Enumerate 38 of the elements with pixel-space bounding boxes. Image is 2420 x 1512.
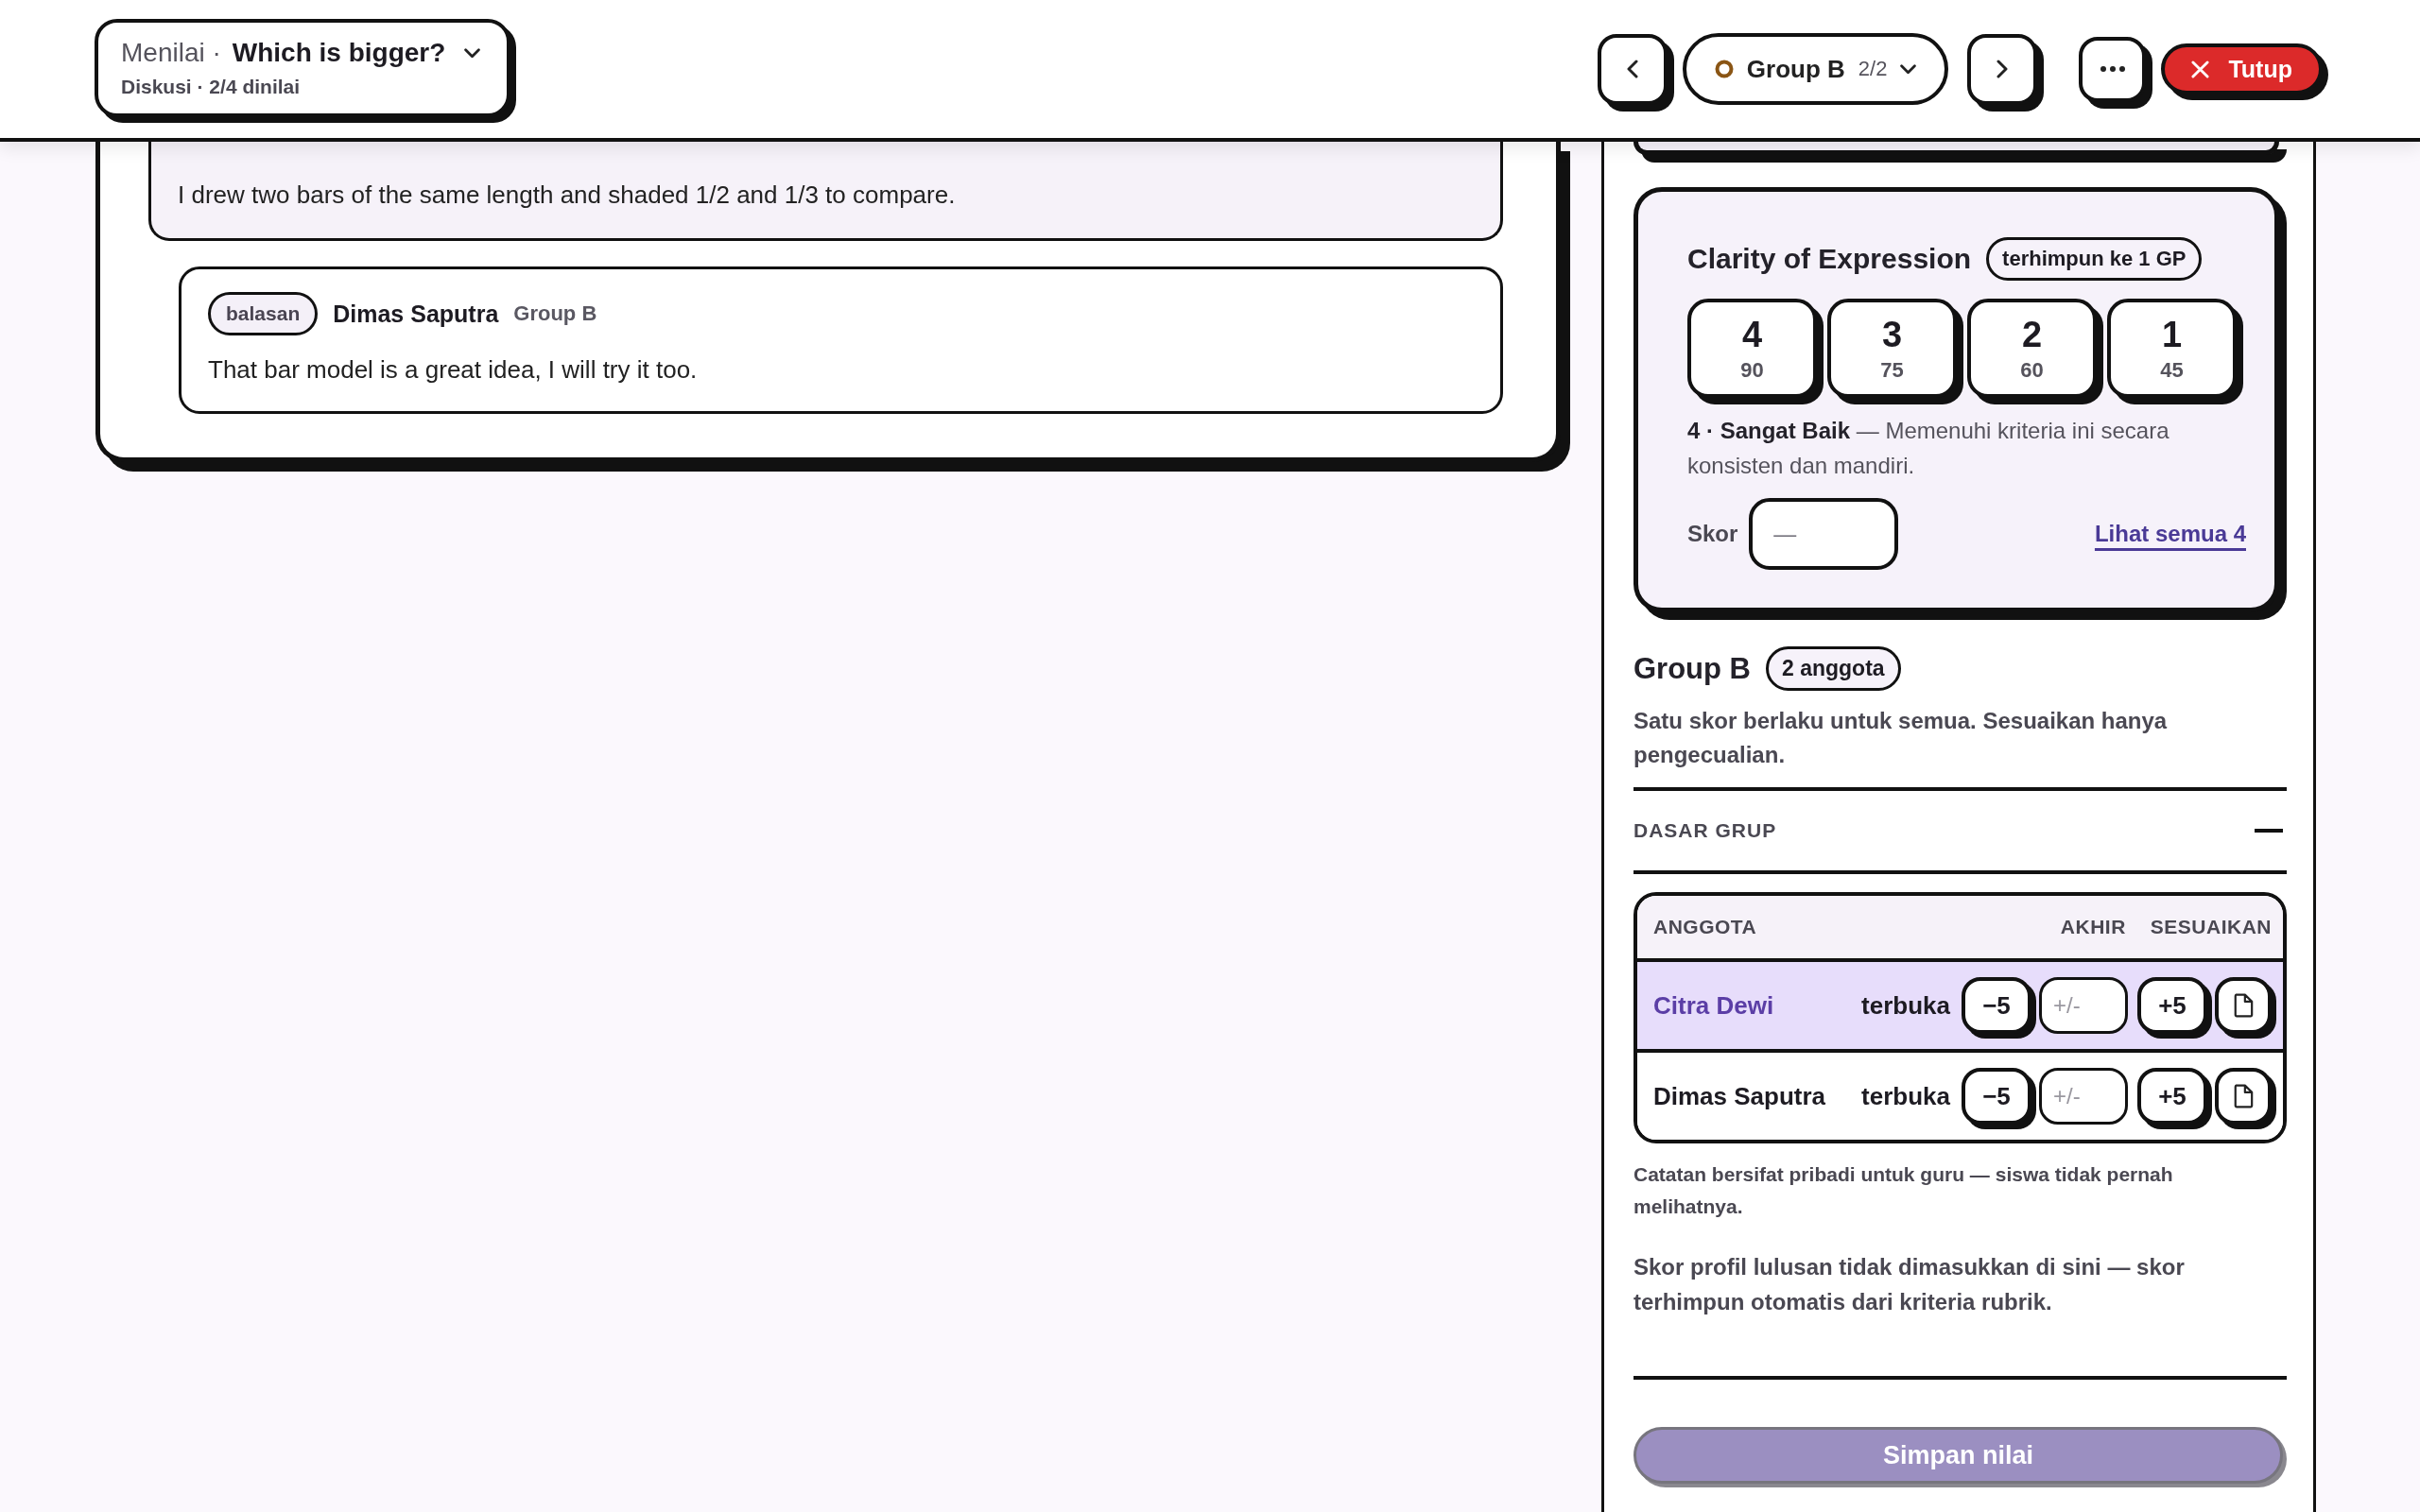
status-text: terbuka <box>1861 1081 1950 1111</box>
chevron-down-icon <box>1900 63 1917 75</box>
column-header: SESUAIKAN <box>2150 916 2272 938</box>
status-ring-icon <box>1714 60 1734 78</box>
document-icon <box>2233 1084 2254 1108</box>
group-description: Satu skor berlaku untuk semua. Sesuaikan hanya pengecualian. <box>1634 707 2169 769</box>
status-text: terbuka <box>1861 990 1950 1021</box>
member-name: Citra Dewi <box>1653 990 1775 1021</box>
reply-badge: balasan <box>208 292 319 335</box>
group-label: Group B <box>513 301 597 326</box>
member-row[interactable]: Citra Dewi terbuka −5 +/- +5 <box>1637 962 2283 1049</box>
column-header: AKHIR <box>2060 916 2126 938</box>
adjustment-field[interactable]: +/- <box>2039 977 2128 1034</box>
level-description: 4 · Sangat Baik — Memenuhi kriteria ini secara konsisten dan mandiri. <box>1687 417 2170 480</box>
post-text: I drew two bars of the same length and shaded 1/2 and 1/3 to compare. <box>178 180 957 211</box>
column-header: ANGGOTA <box>1653 916 1758 938</box>
private-note: Catatan bersifat pribadi untuk guru — siswa tidak pernah melihatnya. <box>1634 1162 2174 1219</box>
close-icon <box>2191 60 2210 78</box>
score-field[interactable]: — <box>1749 498 1899 570</box>
adjustment-field[interactable]: +/- <box>2039 1068 2128 1125</box>
author-name: Dimas Saputra <box>333 300 499 328</box>
section-label: DASAR GRUP <box>1634 819 1777 842</box>
see-all-link[interactable]: Lihat semua 4 <box>2094 521 2246 547</box>
post-text: That bar model is a great idea, I will try it too. <box>208 354 699 386</box>
chevron-down-icon <box>464 47 481 59</box>
more-icon <box>2100 66 2125 72</box>
member-name: Dimas Saputra <box>1653 1081 1827 1111</box>
member-count-badge: 2 anggota <box>1766 646 1901 691</box>
profile-note: Skor profil lulusan tidak dimasukkan di sini — skor terhimpun otomatis dari kriteria rubrik. <box>1634 1253 2186 1316</box>
score-label: Skor <box>1687 521 1738 547</box>
member-row[interactable]: Dimas Saputra terbuka −5 +/- +5 <box>1637 1049 2283 1140</box>
aggregate-badge: terhimpun ke 1 GP <box>1986 237 2203 281</box>
chevron-right-icon <box>1996 60 2009 78</box>
group-selector[interactable]: Group B 2/2 <box>1682 33 1949 105</box>
document-icon <box>2233 993 2254 1018</box>
chevron-left-icon <box>1626 60 1638 78</box>
group-title: Group B <box>1634 651 1751 686</box>
criterion-title: Clarity of Expression <box>1687 243 1972 275</box>
